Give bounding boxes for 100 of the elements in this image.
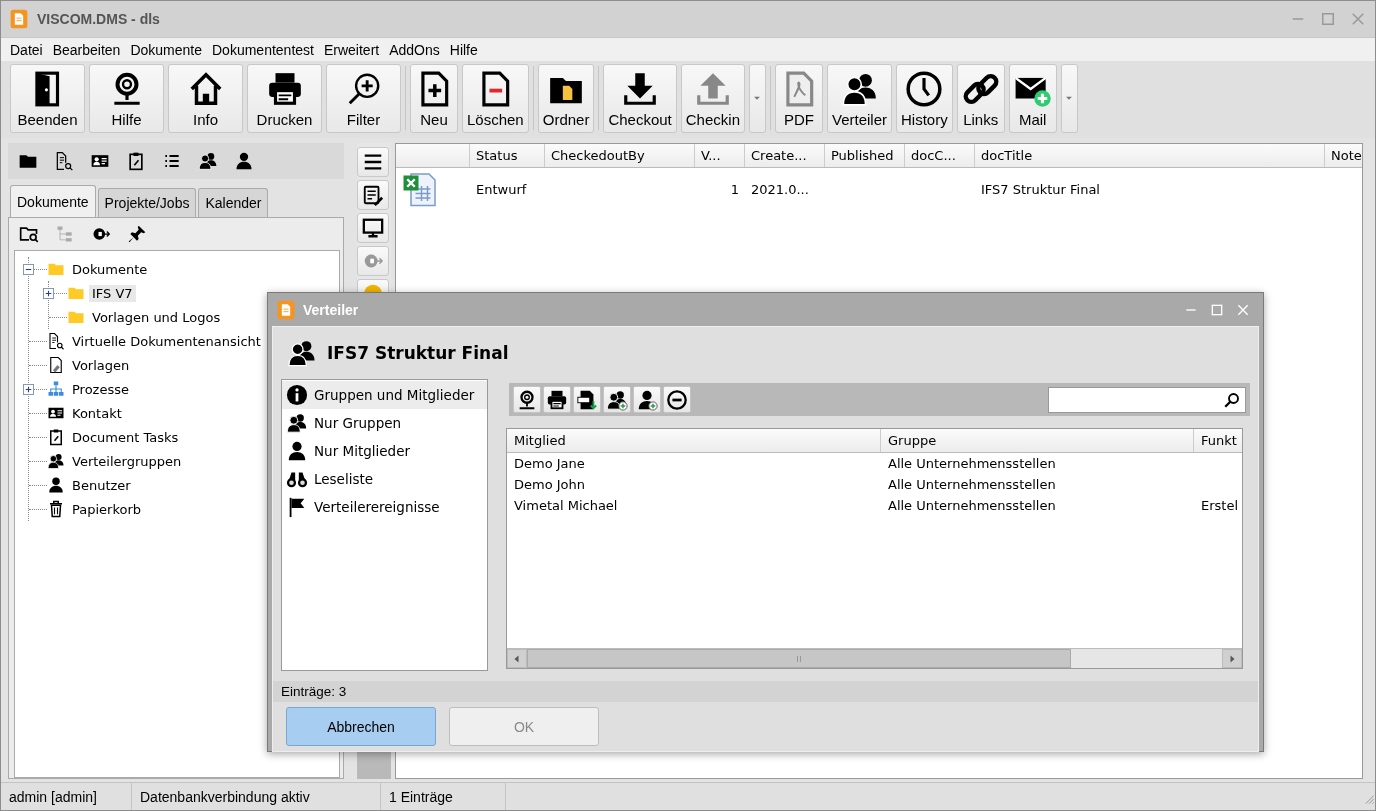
clipboard-icon — [47, 428, 65, 446]
scroll-right-button[interactable] — [1222, 649, 1242, 668]
tool-button[interactable] — [543, 386, 571, 413]
expand-toggle-icon[interactable] — [23, 383, 34, 395]
org-chart-icon — [47, 380, 65, 398]
view-item[interactable]: Nur Gruppen — [282, 409, 487, 437]
tree-item[interactable]: Papierkorb — [69, 500, 145, 518]
column-header[interactable]: CheckedoutBy — [551, 148, 645, 163]
column-header[interactable]: Note — [1331, 148, 1362, 163]
document-search-icon — [47, 332, 65, 350]
column-header[interactable]: Mitglied — [514, 433, 566, 448]
toolbar-button[interactable]: Löschen — [462, 63, 529, 133]
tab[interactable]: Kalender — [198, 188, 269, 217]
toolbar-button[interactable]: Links — [956, 63, 1005, 133]
menu-item[interactable]: Dokumententest — [207, 41, 319, 58]
tool-button[interactable] — [603, 386, 631, 413]
tree-item[interactable]: Kontakt — [69, 404, 125, 422]
column-header[interactable]: Gruppe — [888, 433, 937, 448]
tree-item[interactable]: Verteilergruppen — [69, 452, 185, 470]
table-cell: IFS7 Struktur Final — [981, 181, 1100, 197]
clipboard-icon[interactable] — [126, 151, 146, 171]
expand-toggle-icon[interactable] — [23, 263, 34, 275]
column-header[interactable]: docTitle — [981, 148, 1033, 163]
tab[interactable]: Projekte/Jobs — [97, 188, 197, 217]
dialog-button[interactable]: Abbrechen — [286, 707, 436, 746]
toolbar-button[interactable]: Neu — [410, 63, 458, 133]
column-header[interactable]: V... — [701, 148, 721, 163]
menu-item[interactable]: Hilfe — [444, 41, 483, 58]
folder-search-icon[interactable] — [19, 224, 39, 244]
monitor-icon — [362, 217, 384, 239]
scroll-left-button[interactable] — [507, 649, 527, 668]
side-button[interactable] — [357, 147, 389, 177]
dialog-title: Verteiler — [303, 301, 360, 318]
view-item[interactable]: Verteilerereignisse — [282, 493, 487, 521]
toolbar-button[interactable]: Verteiler — [827, 63, 892, 133]
search-icon[interactable] — [1223, 390, 1241, 409]
tree-item[interactable]: Prozesse — [69, 380, 132, 398]
scrollbar-thumb[interactable] — [527, 649, 1071, 668]
window-title: VISCOM.DMS - dls — [37, 11, 161, 27]
column-header[interactable]: Published — [831, 148, 894, 163]
side-button[interactable] — [357, 213, 389, 243]
toolbar-button[interactable]: Mail — [1008, 63, 1057, 133]
toolbar-button[interactable]: Ordner — [537, 63, 595, 133]
toolbar-button[interactable]: Beenden — [10, 63, 85, 133]
table-cell: 2021.0... — [751, 181, 809, 197]
clock-icon — [905, 69, 944, 108]
view-item[interactable]: Gruppen und Mitglieder — [282, 381, 487, 409]
toolbar-button[interactable]: Info — [168, 63, 243, 133]
menu-item[interactable]: Datei — [5, 41, 48, 58]
toolbar-button[interactable]: Checkin — [680, 63, 745, 133]
tree-item[interactable]: Vorlagen — [69, 356, 133, 374]
tool-button[interactable] — [513, 386, 541, 413]
toolbar-button[interactable]: Drucken — [247, 63, 322, 133]
tree-item[interactable]: Dokumente — [69, 260, 151, 278]
remove-icon — [666, 388, 688, 411]
table-cell: Alle Unternehmensstellen — [888, 477, 1056, 492]
column-header[interactable]: docC... — [911, 148, 956, 163]
tool-button[interactable] — [633, 386, 661, 413]
expand-toggle-icon[interactable] — [43, 287, 54, 299]
table-cell: Alle Unternehmensstellen — [888, 456, 1056, 471]
table-cell: Erstel — [1201, 498, 1239, 513]
tree-item[interactable]: IFS V7 — [89, 284, 136, 302]
view-item[interactable]: Leseliste — [282, 465, 487, 493]
view-item[interactable]: Nur Mitglieder — [282, 437, 487, 465]
table-cell: Vimetal Michael — [514, 498, 618, 513]
people-icon — [47, 452, 65, 470]
side-button[interactable] — [357, 180, 389, 210]
printer-icon — [546, 388, 568, 411]
column-header[interactable]: Funkt — [1201, 433, 1237, 448]
tab[interactable]: Dokumente — [10, 185, 96, 217]
people-icon — [287, 338, 317, 368]
menu-item[interactable]: Bearbeiten — [47, 41, 126, 58]
menu-item[interactable]: AddOns — [384, 41, 445, 58]
tool-button[interactable] — [663, 386, 691, 413]
menu-item[interactable]: Erweitert — [318, 41, 385, 58]
add-person-icon — [636, 388, 658, 411]
spreadsheet-file-icon — [402, 171, 438, 207]
person-icon[interactable] — [234, 151, 254, 171]
column-header[interactable]: Status — [476, 148, 518, 163]
toolbar-button[interactable]: Checkout — [603, 63, 677, 133]
pin-icon[interactable] — [127, 224, 147, 244]
tool-button[interactable] — [573, 386, 601, 413]
entry-count: Einträge: 3 — [281, 684, 347, 699]
document-search-icon[interactable] — [54, 151, 74, 171]
menu-item[interactable]: Dokumente — [125, 41, 207, 58]
tree-item[interactable]: Virtuelle Dokumentenansicht — [69, 332, 264, 350]
status-text: admin [admin] — [9, 788, 97, 805]
dialog-heading: IFS7 Struktur Final — [327, 343, 509, 363]
people-icon[interactable] — [198, 151, 218, 171]
column-header[interactable]: Create... — [751, 148, 807, 163]
document-template-icon — [47, 356, 65, 374]
search-field[interactable] — [1048, 386, 1246, 413]
toolbar-button[interactable]: Filter — [326, 63, 401, 133]
status-text: Datenbankverbindung aktiv — [140, 788, 310, 805]
toolbar-button[interactable]: PDF — [775, 63, 823, 133]
toolbar-button[interactable]: History — [896, 63, 953, 133]
toolbar-button[interactable]: Hilfe — [89, 63, 164, 133]
tree-item[interactable]: Vorlagen und Logos — [89, 308, 224, 326]
tree-item[interactable]: Document Tasks — [69, 428, 182, 446]
tree-item[interactable]: Benutzer — [69, 476, 134, 494]
